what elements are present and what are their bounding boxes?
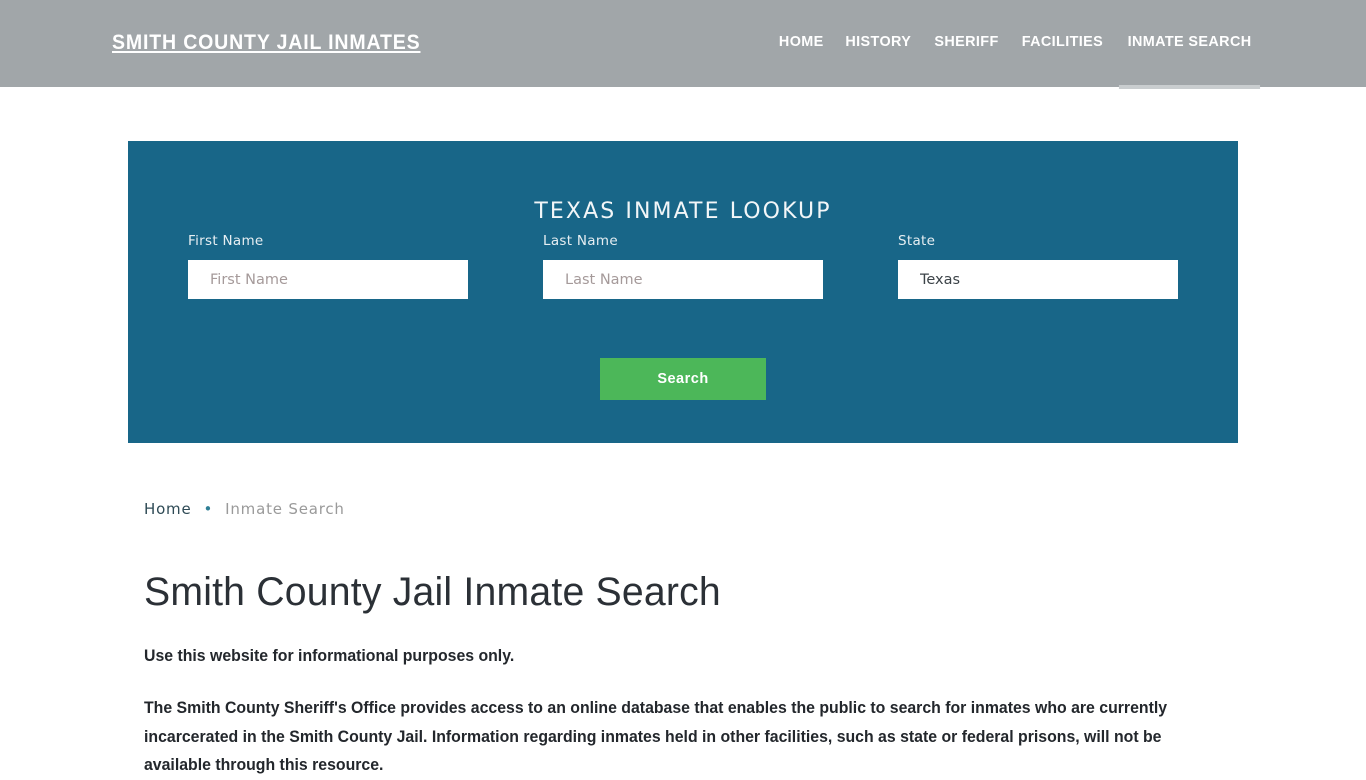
nav-item-home[interactable]: HOME: [779, 33, 824, 52]
nav-item-inmate-search[interactable]: INMATE SEARCH: [1118, 33, 1261, 89]
breadcrumb: Home • Inmate Search: [144, 500, 1224, 518]
main-content: Home • Inmate Search Smith County Jail I…: [144, 500, 1224, 780]
page-title: Smith County Jail Inmate Search: [144, 570, 721, 614]
nav-item-sheriff[interactable]: SHERIFF: [934, 33, 998, 52]
last-name-input[interactable]: [543, 260, 823, 299]
first-name-field-group: First Name: [188, 233, 468, 299]
breadcrumb-separator-icon: •: [203, 499, 214, 518]
breadcrumb-current-page: Inmate Search: [225, 500, 345, 518]
nav-item-history[interactable]: HISTORY: [846, 33, 912, 52]
state-label: State: [898, 233, 936, 249]
first-name-input[interactable]: [188, 260, 468, 299]
site-brand-logo[interactable]: Smith County Jail Inmates: [112, 31, 420, 55]
site-header: Smith County Jail Inmates HOME HISTORY S…: [0, 0, 1366, 89]
first-name-label: First Name: [188, 233, 264, 249]
breadcrumb-home-link[interactable]: Home: [144, 500, 192, 518]
state-select[interactable]: Texas: [898, 260, 1178, 299]
lookup-panel-title: TEXAS INMATE LOOKUP: [534, 199, 832, 225]
search-button[interactable]: Search: [600, 358, 766, 400]
last-name-label: Last Name: [543, 233, 618, 249]
last-name-field-group: Last Name: [543, 233, 823, 299]
intro-paragraph: The Smith County Sheriff's Office provid…: [144, 699, 1168, 775]
lead-paragraph: Use this website for informational purpo…: [144, 647, 515, 665]
inmate-lookup-panel: TEXAS INMATE LOOKUP First Name Last Name…: [128, 141, 1238, 443]
main-navigation: HOME HISTORY SHERIFF FACILITIES INMATE S…: [778, 33, 1261, 89]
lookup-fields-row: First Name Last Name State Texas: [128, 233, 1238, 299]
nav-item-facilities[interactable]: FACILITIES: [1022, 33, 1103, 52]
state-field-group: State Texas: [898, 233, 1178, 299]
